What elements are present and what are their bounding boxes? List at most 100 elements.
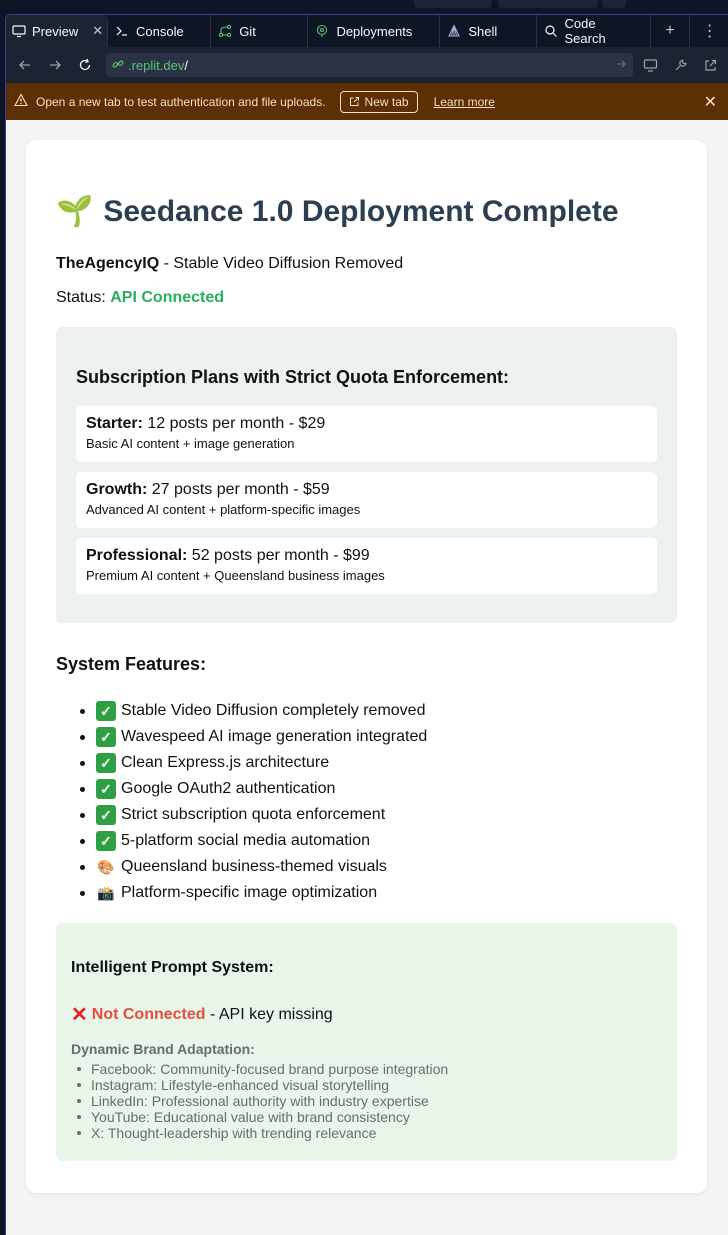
check-icon: ✓ xyxy=(96,701,116,721)
subtitle-text: - Stable Video Diffusion Removed xyxy=(159,255,404,272)
check-icon: ✓ xyxy=(96,831,116,851)
brand-adaptation-list: Facebook: Community-focused brand purpos… xyxy=(71,1061,448,1141)
check-icon: ✓ xyxy=(96,753,116,773)
prompt-status-rest: - API key missing xyxy=(205,1005,333,1023)
deployments-icon xyxy=(314,23,330,39)
cross-mark-icon: ✕ xyxy=(71,1004,88,1026)
feature-text: Queensland business-themed visuals xyxy=(121,858,387,875)
seedling-icon: 🌱 xyxy=(56,195,94,228)
tab-label: Console xyxy=(136,23,184,39)
list-item: ✓ Strict subscription quota enforcement xyxy=(56,802,427,828)
palette-icon: 🎨 xyxy=(97,858,115,875)
list-item: ✓ Google OAuth2 authentication xyxy=(56,776,427,802)
brand-adaptation-title: Dynamic Brand Adaptation: xyxy=(71,1041,255,1057)
plan-card-starter: Starter: 12 posts per month - $29 Basic … xyxy=(76,406,657,462)
top-pill xyxy=(602,0,626,8)
plan-description: Basic AI content + image generation xyxy=(86,436,295,451)
preview-page: 🌱 Seedance 1.0 Deployment Complete TheAg… xyxy=(6,120,728,1235)
plan-description: Advanced AI content + platform-specific … xyxy=(86,502,361,517)
list-item: 🎨 Queensland business-themed visuals xyxy=(56,854,427,880)
banner-message: Open a new tab to test authentication an… xyxy=(36,94,326,109)
learn-more-link[interactable]: Learn more xyxy=(434,95,495,109)
feature-text: Strict subscription quota enforcement xyxy=(121,806,386,823)
tab-shell[interactable]: Shell xyxy=(440,15,537,47)
tab-deployments[interactable]: Deployments xyxy=(308,15,441,47)
close-icon[interactable]: ✕ xyxy=(704,92,717,112)
list-item: Instagram: Lifestyle-enhanced visual sto… xyxy=(71,1077,448,1093)
list-item: X: Thought-leadership with trending rele… xyxy=(71,1125,448,1141)
new-tab-button[interactable]: New tab xyxy=(339,90,418,113)
list-item: ✓ Stable Video Diffusion completely remov… xyxy=(56,698,427,724)
plan-card-professional: Professional: 52 posts per month - $99 P… xyxy=(76,538,657,594)
features-title: System Features: xyxy=(56,654,207,674)
list-item: ✓ Wavespeed AI image generation integrate… xyxy=(56,724,427,750)
plan-name: Growth: xyxy=(86,481,148,498)
plan-name: Starter: xyxy=(86,415,143,432)
tab-code-search[interactable]: Code Search xyxy=(537,15,650,47)
brand-name: TheAgencyIQ xyxy=(56,255,160,272)
prompt-status: ✕ Not Connected - API key missing xyxy=(71,1002,333,1027)
wrench-icon[interactable] xyxy=(667,52,693,78)
list-item: ✓ 5-platform social media automation xyxy=(56,828,427,854)
top-pill xyxy=(414,0,492,8)
top-pill xyxy=(498,0,598,8)
camera-icon: 📸 xyxy=(97,884,115,901)
git-icon xyxy=(217,23,233,39)
plans-title: Subscription Plans with Strict Quota Enf… xyxy=(76,367,510,387)
plan-detail: 12 posts per month - $29 xyxy=(142,415,326,432)
plan-detail: 27 posts per month - $59 xyxy=(147,481,330,498)
content-card: 🌱 Seedance 1.0 Deployment Complete TheAg… xyxy=(26,140,707,1193)
prompt-system-panel: Intelligent Prompt System: ✕ Not Connect… xyxy=(56,923,677,1161)
url-field[interactable]: .replit.dev/ xyxy=(106,53,633,77)
link-icon xyxy=(112,58,124,73)
list-item: ✓ Clean Express.js architecture xyxy=(56,750,427,776)
status-label: Status: xyxy=(56,289,111,306)
list-item: Facebook: Community-focused brand purpos… xyxy=(71,1061,448,1077)
shell-icon xyxy=(446,23,462,39)
feature-text: Google OAuth2 authentication xyxy=(121,780,336,797)
list-item: YouTube: Educational value with brand co… xyxy=(71,1109,448,1125)
reload-icon[interactable] xyxy=(72,52,98,78)
prompt-title: Intelligent Prompt System: xyxy=(71,959,274,976)
tab-label: Code Search xyxy=(564,16,606,46)
warning-icon xyxy=(14,93,28,110)
address-bar: .replit.dev/ xyxy=(6,47,728,83)
terminal-icon xyxy=(114,23,130,39)
tab-label: Deployments xyxy=(336,23,413,39)
forward-arrow-icon[interactable] xyxy=(42,52,68,78)
new-tab-plus-icon[interactable]: + xyxy=(649,15,690,47)
back-arrow-icon[interactable] xyxy=(12,52,38,78)
tab-git[interactable]: Git xyxy=(211,15,309,47)
url-host: .replit.dev xyxy=(128,57,185,73)
tab-bar: Preview ✕ Console Git Deployments Shell … xyxy=(6,15,728,47)
tab-label: Preview xyxy=(32,23,79,39)
tab-console[interactable]: Console xyxy=(108,15,212,47)
feature-text: Stable Video Diffusion completely remove… xyxy=(121,702,426,719)
tab-label: Git xyxy=(239,23,256,39)
check-icon: ✓ xyxy=(96,779,116,799)
check-icon: ✓ xyxy=(96,727,116,747)
plan-card-growth: Growth: 27 posts per month - $59 Advance… xyxy=(76,472,657,528)
page-title-text: Seedance 1.0 Deployment Complete xyxy=(103,194,619,228)
more-options-icon[interactable]: ⋮ xyxy=(689,15,728,47)
new-tab-label: New tab xyxy=(364,94,409,109)
list-item: LinkedIn: Professional authority with in… xyxy=(71,1093,448,1109)
feature-text: Platform-specific image optimization xyxy=(121,884,378,901)
open-external-icon[interactable] xyxy=(697,52,723,78)
url-path: / xyxy=(184,57,188,73)
close-tab-icon[interactable]: ✕ xyxy=(92,23,103,39)
list-item: 📸 Platform-specific image optimization xyxy=(56,880,427,906)
check-icon: ✓ xyxy=(96,805,116,825)
api-status: Status: API Connected xyxy=(56,289,224,307)
tab-label: Shell xyxy=(468,23,498,39)
plan-name: Professional: xyxy=(86,547,188,564)
plan-description: Premium AI content + Queensland business… xyxy=(86,568,385,583)
status-value: API Connected xyxy=(110,289,225,306)
features-list: ✓ Stable Video Diffusion completely remov… xyxy=(56,698,427,906)
prompt-status-value: Not Connected xyxy=(91,1005,206,1023)
feature-text: Clean Express.js architecture xyxy=(121,754,330,771)
tab-preview[interactable]: Preview ✕ xyxy=(6,15,108,47)
monitor-icon xyxy=(12,23,26,39)
device-preview-icon[interactable] xyxy=(637,52,663,78)
go-arrow-icon[interactable] xyxy=(615,58,627,73)
